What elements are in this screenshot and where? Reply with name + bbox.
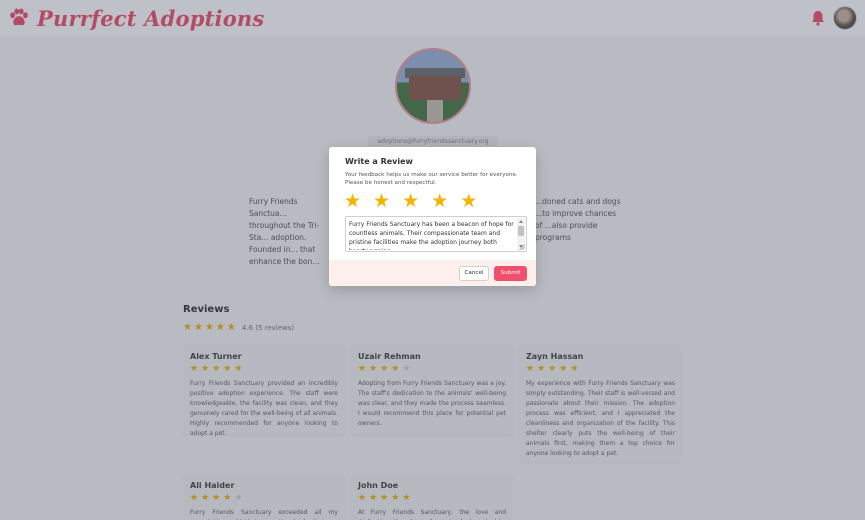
modal-footer: Cancel Submit — [329, 260, 536, 286]
modal-title: Write a Review — [345, 157, 413, 166]
star-rating-2[interactable]: ★ — [373, 192, 390, 211]
star-rating-5[interactable]: ★ — [460, 192, 477, 211]
modal-description: Your feedback helps us make our service … — [345, 172, 518, 186]
star-rating-3[interactable]: ★ — [402, 192, 419, 211]
rating-stars: ★ ★ ★ ★ ★ — [344, 192, 477, 211]
cancel-button[interactable]: Cancel — [459, 266, 489, 281]
write-review-modal: Write a Review Your feedback helps us ma… — [329, 147, 536, 286]
submit-button[interactable]: Submit — [494, 266, 527, 281]
resize-grip-icon[interactable] — [519, 244, 525, 250]
review-textarea[interactable]: Furry Friends Sanctuary has been a beaco… — [345, 216, 527, 252]
scroll-up-arrow[interactable] — [519, 220, 523, 223]
scroll-thumb[interactable] — [518, 226, 524, 236]
review-textarea-content[interactable]: Furry Friends Sanctuary has been a beaco… — [349, 220, 517, 250]
star-rating-4[interactable]: ★ — [431, 192, 448, 211]
star-rating-1[interactable]: ★ — [344, 192, 361, 211]
